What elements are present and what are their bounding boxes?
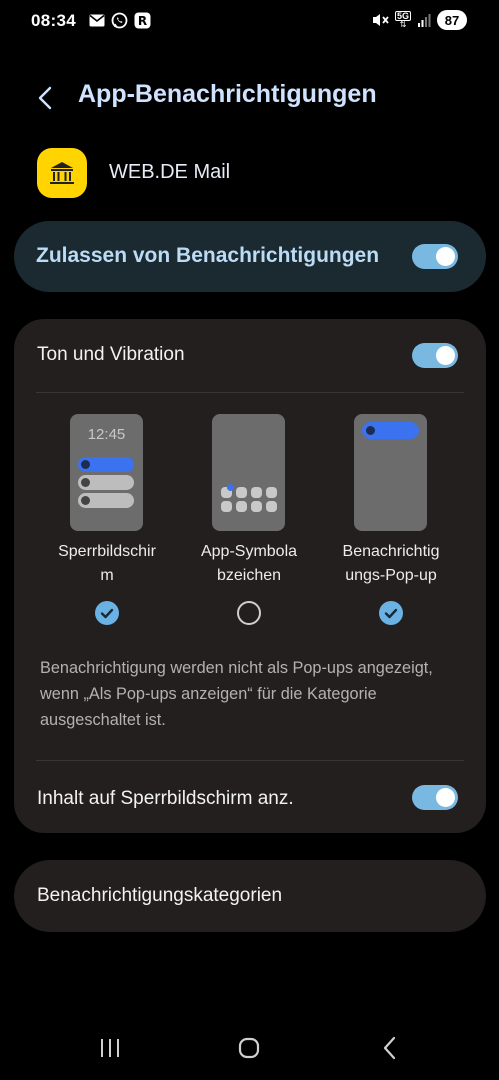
style-option-label-line: bzeichen: [216, 567, 282, 584]
status-notification-icons: R: [89, 12, 151, 29]
allow-notifications-label: Zulassen von Benachrichtigungen: [36, 244, 380, 267]
building-icon: [50, 162, 74, 184]
preview-notification-bar: [78, 475, 134, 490]
lockscreen-checkbox[interactable]: [95, 601, 119, 625]
sound-vibration-toggle[interactable]: [412, 343, 458, 368]
notification-settings-card: Ton und Vibration 12:45 Sperrbildschir m: [14, 319, 486, 833]
battery-icon: 87: [437, 10, 467, 30]
style-option-label-line: ungs-Pop-up: [345, 567, 437, 584]
status-bar: 08:34 R 5G ⇅ 87: [0, 0, 499, 44]
status-system-icons: 5G ⇅ 87: [371, 10, 467, 30]
notification-categories-row[interactable]: Benachrichtigungskategorien: [14, 860, 486, 932]
preview-notification-bar: [78, 457, 134, 472]
mute-vibrate-icon: [372, 14, 389, 26]
sound-vibration-label: Ton und Vibration: [37, 344, 185, 365]
style-option-label-line: App-Symbola: [200, 543, 298, 560]
toggle-knob: [436, 346, 455, 365]
svg-text:R: R: [138, 14, 147, 28]
style-option-label: Benachrichtig ungs-Pop-up: [321, 540, 461, 588]
style-option-label-line: Sperrbildschir: [58, 543, 156, 560]
app-icon: [37, 148, 87, 198]
app-info: WEB.DE Mail: [37, 148, 457, 200]
toggle-knob: [436, 788, 455, 807]
notification-categories-label: Benachrichtigungskategorien: [37, 885, 283, 906]
preview-notification-bar: [78, 493, 134, 508]
allow-notifications-toggle[interactable]: [412, 244, 458, 269]
preview-popup-bar: [362, 422, 419, 439]
lockscreen-preview: 12:45: [70, 414, 143, 531]
divider: [36, 392, 464, 393]
style-option-label: Sperrbildschir m: [37, 540, 177, 588]
lockscreen-content-toggle[interactable]: [412, 785, 458, 810]
checkmark-icon: [100, 608, 114, 619]
back-button[interactable]: [30, 82, 62, 114]
status-time: 08:34: [31, 11, 76, 30]
chevron-left-icon: [38, 86, 52, 110]
whatsapp-icon: [111, 12, 128, 29]
page-title: App-Benachrichtigungen: [78, 80, 377, 108]
home-button[interactable]: [231, 1030, 267, 1066]
popup-info-text: Benachrichtigung werden nicht als Pop-up…: [40, 659, 433, 729]
lockscreen-content-label: Inhalt auf Sperrbildschirm anz.: [37, 788, 294, 809]
recent-apps-icon: [101, 1039, 119, 1057]
app-r-icon: R: [134, 12, 151, 29]
toggle-knob: [436, 247, 455, 266]
signal-icon: [418, 14, 431, 27]
back-nav-button[interactable]: [372, 1030, 408, 1066]
popup-checkbox[interactable]: [379, 601, 403, 625]
preview-app-grid: [221, 484, 277, 512]
navigation-bar: [0, 1020, 499, 1076]
badge-checkbox[interactable]: [237, 601, 261, 625]
checkmark-icon: [384, 608, 398, 619]
style-option-label-line: Benachrichtig: [342, 543, 440, 560]
header: App-Benachrichtigungen: [0, 70, 499, 126]
badge-preview: [212, 414, 285, 531]
preview-time: 12:45: [87, 426, 126, 443]
divider: [36, 760, 464, 761]
network-5g-icon: 5G ⇅: [394, 11, 411, 29]
mail-icon: [89, 14, 105, 27]
allow-notifications-row[interactable]: Zulassen von Benachrichtigungen: [14, 221, 486, 292]
style-option-label: App-Symbola bzeichen: [179, 540, 319, 588]
app-name: WEB.DE Mail: [109, 161, 231, 183]
back-nav-icon: [383, 1036, 396, 1060]
popup-preview: [354, 414, 427, 531]
style-option-label-line: m: [100, 567, 114, 584]
home-icon: [238, 1037, 260, 1059]
recent-apps-button[interactable]: [92, 1030, 128, 1066]
